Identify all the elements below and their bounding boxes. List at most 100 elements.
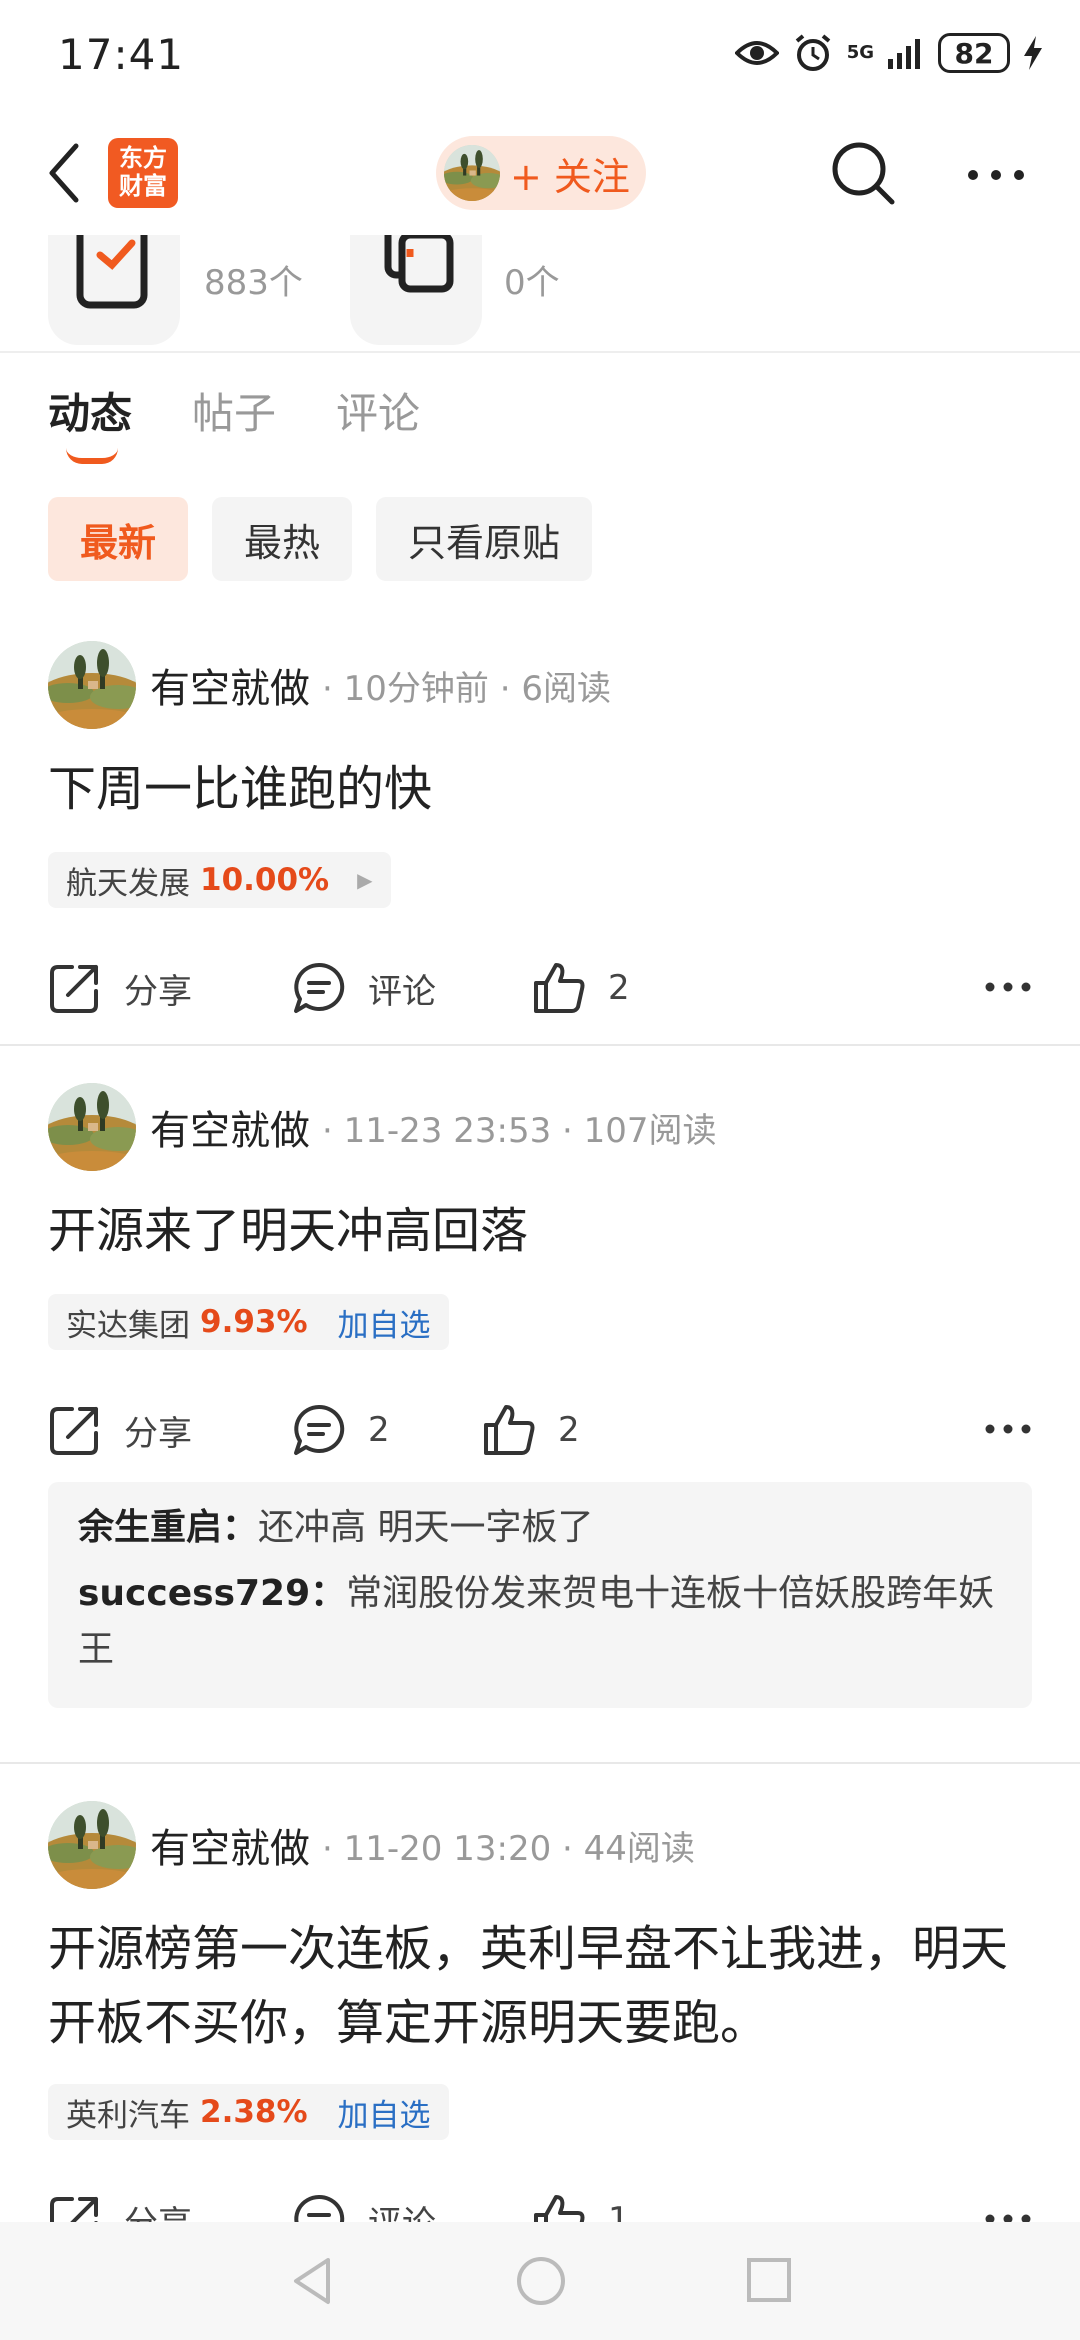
avatar [444,145,500,201]
share-label: 分享 [124,1413,192,1454]
stock-tag[interactable]: 航天发展 10.00% ▶ [48,852,391,908]
stock-name: 航天发展 [66,865,190,902]
post-more-icon[interactable] [984,1423,1032,1435]
avatar[interactable] [48,641,136,729]
reply-text: 还冲高 明天一字板了 [258,1507,594,1548]
system-navigation-bar [0,2222,1080,2340]
filter-latest[interactable]: 最新 [48,497,189,581]
reply-item: success729：常润股份发来贺电十连板十倍妖股跨年妖王 [78,1566,1002,1678]
author-name[interactable]: 有空就做 [150,656,310,714]
signal-icon [888,39,920,69]
eye-icon [734,41,779,65]
add-watchlist-button[interactable]: 加自选 [338,1300,431,1345]
charging-icon [1024,36,1042,70]
thumbs-up-icon [534,963,585,1013]
comment-label: 评论 [368,971,436,1012]
status-bar: 17:41 5G 82 [0,0,1080,110]
author-name[interactable]: 有空就做 [150,1098,310,1156]
post-title[interactable]: 开源榜第一次连板，英利早盘不让我进，明天开板不买你，算定开源明天要跑。 [48,1912,1038,2060]
status-time: 17:41 [58,30,185,79]
comment-count: 2 [368,1410,390,1450]
post-meta: · 11-23 23:53 · 107阅读 [322,1110,717,1151]
post-time: 11-20 13:20 [343,1828,552,1869]
stat-count-2: 0个 [504,263,560,303]
checkbox-icon [76,235,148,309]
comment-button[interactable]: 评论 [292,953,436,1023]
like-count: 2 [608,968,630,1008]
author-name[interactable]: 有空就做 [150,1816,310,1874]
like-button[interactable]: 2 [482,1395,580,1465]
app-logo: 东方财富 [108,138,178,208]
post-divider [0,1044,1080,1046]
share-label: 分享 [124,971,192,1012]
reply-preview-box[interactable]: 余生重启：还冲高 明天一字板了 success729：常润股份发来贺电十连板十倍… [48,1482,1032,1708]
post-title[interactable]: 下周一比谁跑的快 [48,752,1038,826]
comment-icon [294,1404,345,1455]
follow-label: + 关注 [510,154,630,199]
stock-name: 英利汽车 [66,2097,190,2134]
stats-strip: 883个 0个 [0,235,1080,353]
post-header: 有空就做 · 11-23 23:53 · 107阅读 [48,1082,717,1172]
copy-icon [384,235,454,293]
nav-home-icon[interactable] [514,2254,568,2308]
add-watchlist-button[interactable]: 加自选 [338,2090,431,2135]
tab-dynamics[interactable]: 动态 [48,380,132,464]
tab-posts[interactable]: 帖子 [192,380,276,441]
stock-change: 2.38% [200,2094,308,2130]
comment-icon [294,962,345,1013]
stock-change: 10.00% [200,862,330,898]
post-time: 10分钟前 [343,668,489,709]
tab-comments[interactable]: 评论 [336,380,420,441]
nav-recents-icon[interactable] [744,2254,794,2308]
stock-name: 实达集团 [66,1307,190,1344]
reply-user[interactable]: 余生重启： [78,1507,258,1548]
post-title[interactable]: 开源来了明天冲高回落 [48,1194,1038,1268]
post-time: 11-23 23:53 [343,1110,552,1151]
comment-button[interactable]: 2 [292,1395,390,1465]
stock-tag[interactable]: 实达集团 9.93% 加自选 [48,1294,449,1350]
share-icon [50,1407,98,1455]
follow-button[interactable]: + 关注 [436,136,646,210]
post-header: 有空就做 · 10分钟前 · 6阅读 [48,640,611,730]
post-meta: · 10分钟前 · 6阅读 [322,668,611,709]
more-options-icon[interactable] [966,168,1026,182]
post-reads: 107阅读 [583,1110,717,1151]
stock-tag[interactable]: 英利汽车 2.38% 加自选 [48,2084,449,2140]
nav-back-icon[interactable] [288,2254,336,2308]
content-tabs: 动态 帖子 评论 [48,380,420,464]
avatar[interactable] [48,1083,136,1171]
share-button[interactable]: 分享 [48,953,192,1023]
post-reads: 44阅读 [583,1828,695,1869]
share-button[interactable]: 分享 [48,1395,192,1465]
thumbs-up-icon [484,1405,535,1455]
share-icon [50,965,98,1013]
stat-count-1: 883个 [204,263,303,303]
alarm-icon [795,34,830,71]
play-arrow-icon: ▶ [357,868,373,892]
like-count: 2 [558,1410,580,1450]
filter-hot[interactable]: 最热 [212,497,353,581]
status-icons: 5G 82 [734,28,1042,78]
search-icon[interactable] [830,140,896,206]
stat-box-2[interactable] [350,235,482,345]
back-arrow-icon[interactable] [42,140,92,206]
post-header: 有空就做 · 11-20 13:20 · 44阅读 [48,1800,695,1890]
post-actions: 分享 2 2 [48,1395,1032,1465]
avatar[interactable] [48,1801,136,1889]
network-label: 5G [846,42,874,63]
logo-text: 东方财富 [119,144,167,200]
battery-indicator: 82 [938,33,1010,73]
post-divider [0,1762,1080,1764]
stat-box-1[interactable] [48,235,180,345]
reply-item: 余生重启：还冲高 明天一字板了 [78,1500,1002,1556]
post-actions: 分享 评论 2 [48,953,1032,1023]
post-reads: 6阅读 [521,668,611,709]
filter-original-only[interactable]: 只看原贴 [376,497,593,581]
reply-user[interactable]: success729： [78,1573,346,1614]
post-more-icon[interactable] [984,981,1032,993]
top-navigation: 东方财富 + 关注 [0,110,1080,235]
filter-chips: 最新 最热 只看原贴 [48,497,593,581]
like-button[interactable]: 2 [532,953,630,1023]
stock-change: 9.93% [200,1304,308,1340]
post-meta: · 11-20 13:20 · 44阅读 [322,1828,695,1869]
